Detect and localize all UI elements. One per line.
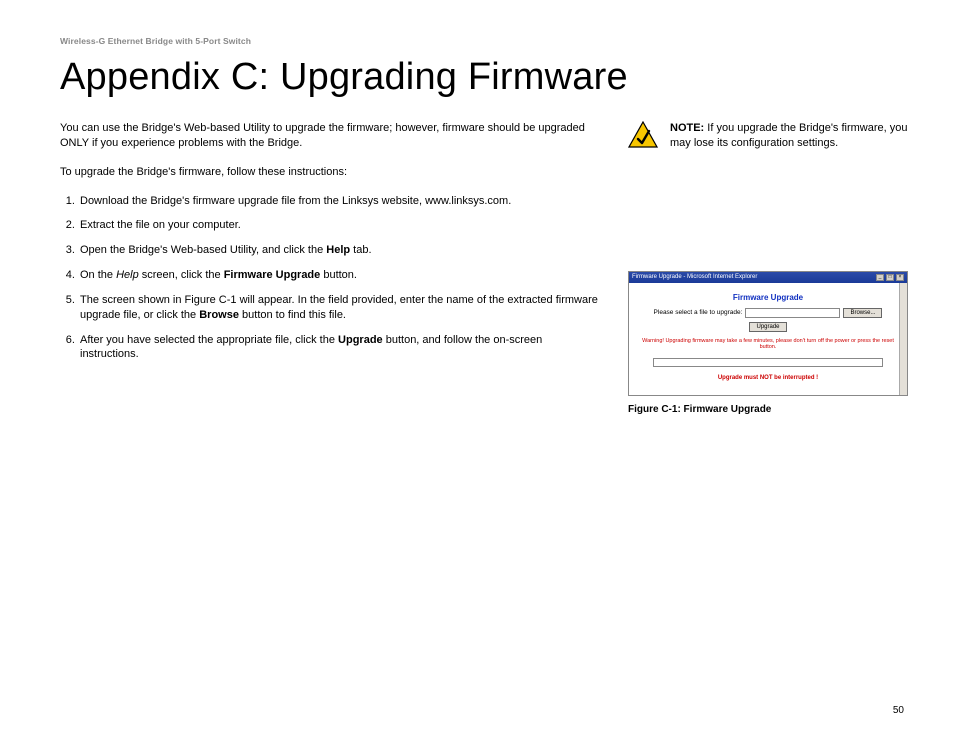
step3-text-a: Open the Bridge's Web-based Utility, and…	[80, 244, 326, 256]
figure-screenshot: Firmware Upgrade - Microsoft Internet Ex…	[628, 271, 908, 396]
warning-text-2: Upgrade must NOT be interrupted !	[637, 375, 899, 381]
note-body: If you upgrade the Bridge's firmware, yo…	[670, 122, 908, 149]
page-number: 50	[893, 705, 904, 716]
figure-heading: Firmware Upgrade	[637, 293, 899, 302]
step-4: On the Help screen, click the Firmware U…	[78, 268, 600, 283]
warning-triangle-icon	[628, 121, 658, 149]
step6-text-a: After you have selected the appropriate …	[80, 334, 338, 346]
file-select-row: Please select a file to upgrade: Browse.…	[637, 308, 899, 318]
step-3: Open the Bridge's Web-based Utility, and…	[78, 243, 600, 258]
step4-text-e: button.	[320, 269, 357, 281]
window-title-text: Firmware Upgrade - Microsoft Internet Ex…	[632, 274, 757, 280]
step-2: Extract the file on your computer.	[78, 218, 600, 233]
step3-text-c: tab.	[350, 244, 371, 256]
side-column: NOTE: If you upgrade the Bridge's firmwa…	[628, 121, 908, 415]
step-1: Download the Bridge's firmware upgrade f…	[78, 194, 600, 209]
scrollbar	[899, 283, 907, 395]
page-title: Appendix C: Upgrading Firmware	[60, 56, 904, 99]
progress-bar	[653, 358, 883, 367]
step-6: After you have selected the appropriate …	[78, 333, 600, 363]
intro-paragraph-2: To upgrade the Bridge's firmware, follow…	[60, 165, 600, 180]
running-header: Wireless-G Ethernet Bridge with 5-Port S…	[60, 36, 904, 46]
step5-browse-button: Browse	[199, 309, 239, 321]
minimize-icon: _	[876, 274, 884, 281]
warning-text-1: Warning! Upgrading firmware may take a f…	[637, 338, 899, 350]
step-5: The screen shown in Figure C-1 will appe…	[78, 293, 600, 323]
note-text: NOTE: If you upgrade the Bridge's firmwa…	[670, 121, 908, 151]
browser-titlebar: Firmware Upgrade - Microsoft Internet Ex…	[629, 272, 907, 283]
upgrade-button: Upgrade	[749, 322, 786, 332]
file-path-input	[745, 308, 840, 318]
step4-firmware-button: Firmware Upgrade	[224, 269, 321, 281]
upgrade-row: Upgrade	[637, 322, 899, 332]
document-page: Wireless-G Ethernet Bridge with 5-Port S…	[0, 0, 954, 738]
maximize-icon: □	[886, 274, 894, 281]
step4-text-c: screen, click the	[139, 269, 224, 281]
figure-caption: Figure C-1: Firmware Upgrade	[628, 404, 908, 415]
close-icon: ×	[896, 274, 904, 281]
file-prompt: Please select a file to upgrade:	[654, 309, 743, 316]
window-buttons: _ □ ×	[876, 274, 904, 281]
step4-text-a: On the	[80, 269, 116, 281]
step5-text-c: button to find this file.	[239, 309, 346, 321]
step3-help-tab: Help	[326, 244, 350, 256]
step4-help-screen: Help	[116, 269, 139, 281]
note-box: NOTE: If you upgrade the Bridge's firmwa…	[628, 121, 908, 151]
instruction-list: Download the Bridge's firmware upgrade f…	[60, 194, 600, 363]
main-text-column: You can use the Bridge's Web-based Utili…	[60, 121, 600, 415]
browse-button: Browse...	[843, 308, 882, 318]
step6-upgrade-button: Upgrade	[338, 334, 383, 346]
intro-paragraph-1: You can use the Bridge's Web-based Utili…	[60, 121, 600, 151]
figure-body: Firmware Upgrade Please select a file to…	[629, 283, 907, 395]
content-columns: You can use the Bridge's Web-based Utili…	[60, 121, 904, 415]
note-label: NOTE:	[670, 122, 704, 134]
